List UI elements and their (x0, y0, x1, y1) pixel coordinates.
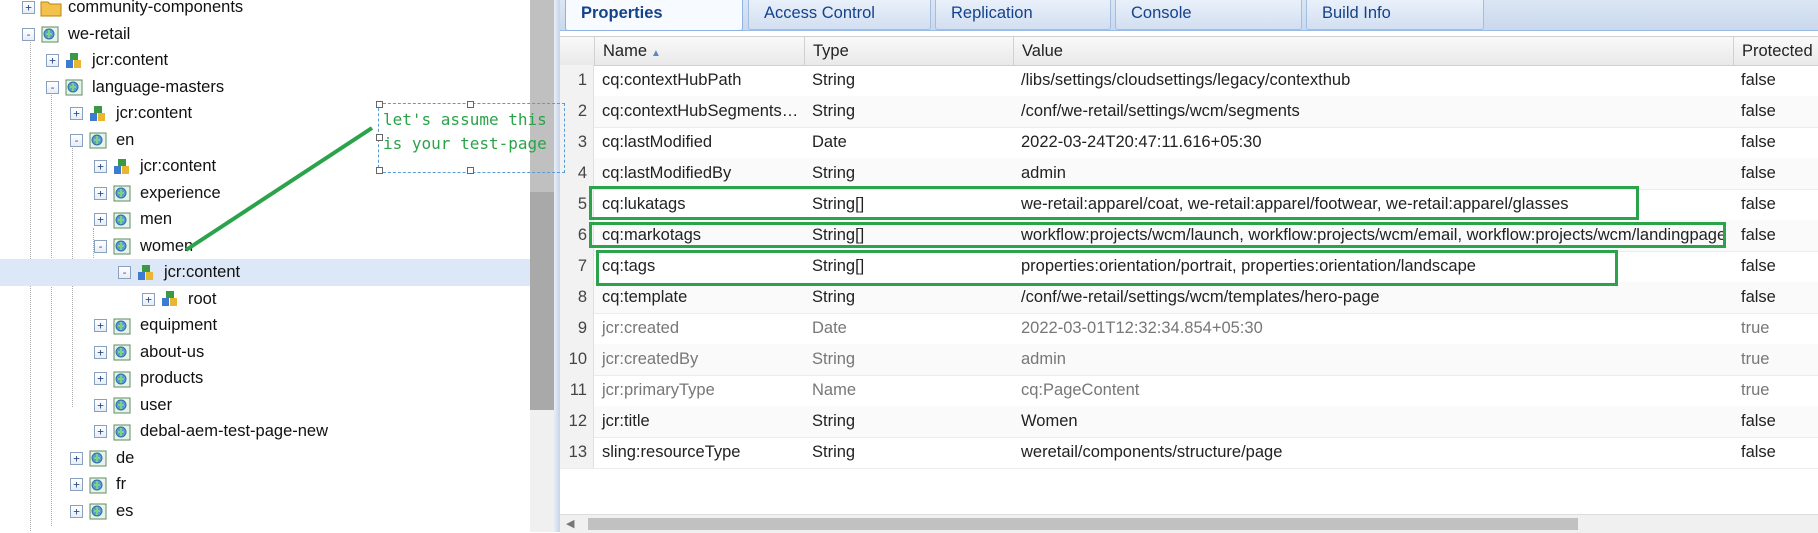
grid-horizontal-scrollbar[interactable]: ◀ (560, 514, 1818, 533)
pointer-line (184, 126, 374, 252)
scroll-left-icon[interactable]: ◀ (566, 517, 574, 530)
annotation-pointer-line (184, 126, 374, 252)
resize-handle[interactable] (376, 101, 383, 108)
resize-handle[interactable] (376, 134, 383, 141)
horizontal-scrollbar-thumb[interactable] (588, 518, 1578, 530)
resize-handle[interactable] (467, 101, 474, 108)
annotation-line-2: is your test-page (383, 134, 547, 153)
annotation-textbox[interactable]: let's assume this is your test-page (376, 101, 565, 174)
resize-handle[interactable] (467, 167, 474, 174)
annotation-line-1: let's assume this (383, 110, 547, 129)
annotation-text: let's assume this is your test-page (383, 108, 547, 156)
resize-handle[interactable] (376, 167, 383, 174)
